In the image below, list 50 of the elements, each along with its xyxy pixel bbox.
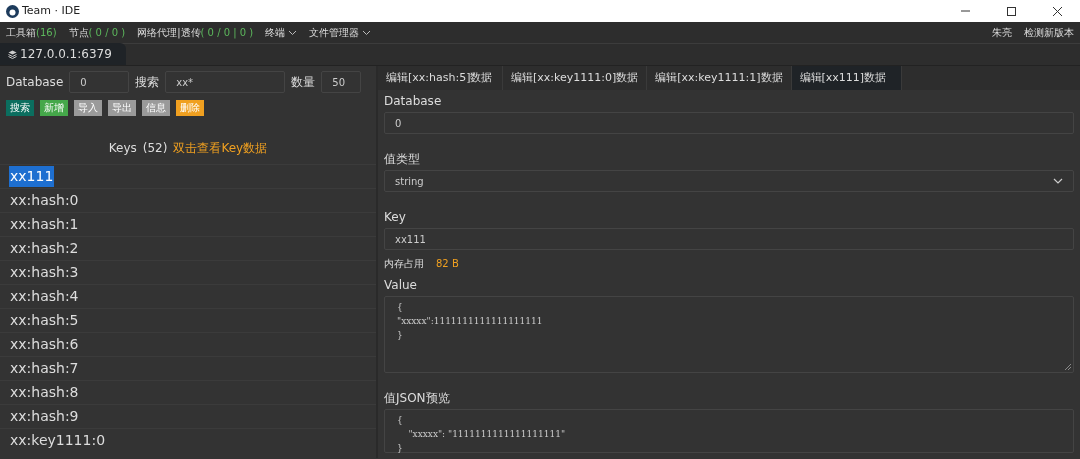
key-item[interactable]: xx:hash:8 (9, 382, 80, 403)
database-field[interactable]: 0 (384, 112, 1074, 134)
menu-item[interactable]: 节点( 0 / 0 ) (68, 25, 126, 40)
field-label: 值JSON预览 (384, 391, 451, 406)
field-label: Value (384, 278, 418, 293)
resize-grip-icon (1065, 364, 1071, 370)
memory-label: 内存占用 (384, 258, 424, 270)
close-icon (1051, 5, 1063, 17)
menu-item[interactable]: 朱亮 (992, 25, 1012, 40)
key-item[interactable]: xx:hash:5 (9, 310, 80, 331)
key-item[interactable]: xx:hash:4 (9, 286, 80, 307)
key-field[interactable]: xx111 (384, 228, 1074, 250)
key-item[interactable]: xx:hash:1 (9, 214, 80, 235)
database-field[interactable]: 0 (69, 71, 130, 93)
chevron-down-icon (1053, 178, 1063, 184)
memory-value: 82 B (436, 258, 459, 270)
json-preview: { "xxxxx": "1111111111111111111" } (384, 409, 1074, 453)
menu-item[interactable]: 工具箱(16) (6, 25, 57, 40)
search-field[interactable]: xx* (165, 71, 286, 93)
field-label: Key (384, 210, 407, 225)
value-textarea[interactable]: { "xxxxx":1111111111111111111 } (384, 296, 1074, 373)
key-item[interactable]: xx:hash:6 (9, 334, 80, 355)
count-field[interactable]: 50 (321, 71, 362, 93)
editor-tab[interactable]: 编辑[xx111]数据 (791, 66, 902, 90)
key-item[interactable]: xx:hash:7 (9, 358, 80, 379)
connection-tab[interactable]: 127.0.0.1:6379 (0, 43, 126, 65)
keys-hint: 双击查看Key数据 (173, 140, 268, 157)
field-label: 值类型 (384, 152, 421, 167)
maximize-icon (1005, 5, 1017, 17)
key-item[interactable]: xx:hash:2 (9, 238, 80, 259)
field-label: 搜索 (135, 74, 160, 90)
key-item[interactable]: xx:hash:0 (9, 190, 80, 211)
type-select[interactable]: string (384, 170, 1074, 192)
window-title: Team · IDE (22, 2, 81, 19)
keys-title: Keys (108, 140, 137, 157)
field-label: 数量 (291, 74, 316, 90)
field-label: Database (384, 94, 443, 109)
menu-item[interactable]: 检测新版本 (1024, 25, 1074, 40)
app-logo-icon (6, 4, 19, 18)
field-label: Database (6, 74, 64, 90)
database-icon (8, 49, 17, 59)
key-item[interactable]: xx:key1111:0 (9, 430, 107, 451)
menu-item[interactable]: 终端 (265, 25, 298, 40)
key-item[interactable]: xx:hash:3 (9, 262, 80, 283)
key-item[interactable]: xx111 (9, 166, 55, 187)
menu-item[interactable]: 文件管理器 (309, 25, 372, 40)
action-button[interactable]: 搜索 (6, 100, 34, 116)
key-item[interactable]: xx:hash:9 (9, 406, 80, 427)
menu-item[interactable]: 网络代理|透传( 0 / 0 | 0 ) (137, 25, 254, 40)
keys-count: (52) (142, 140, 168, 157)
